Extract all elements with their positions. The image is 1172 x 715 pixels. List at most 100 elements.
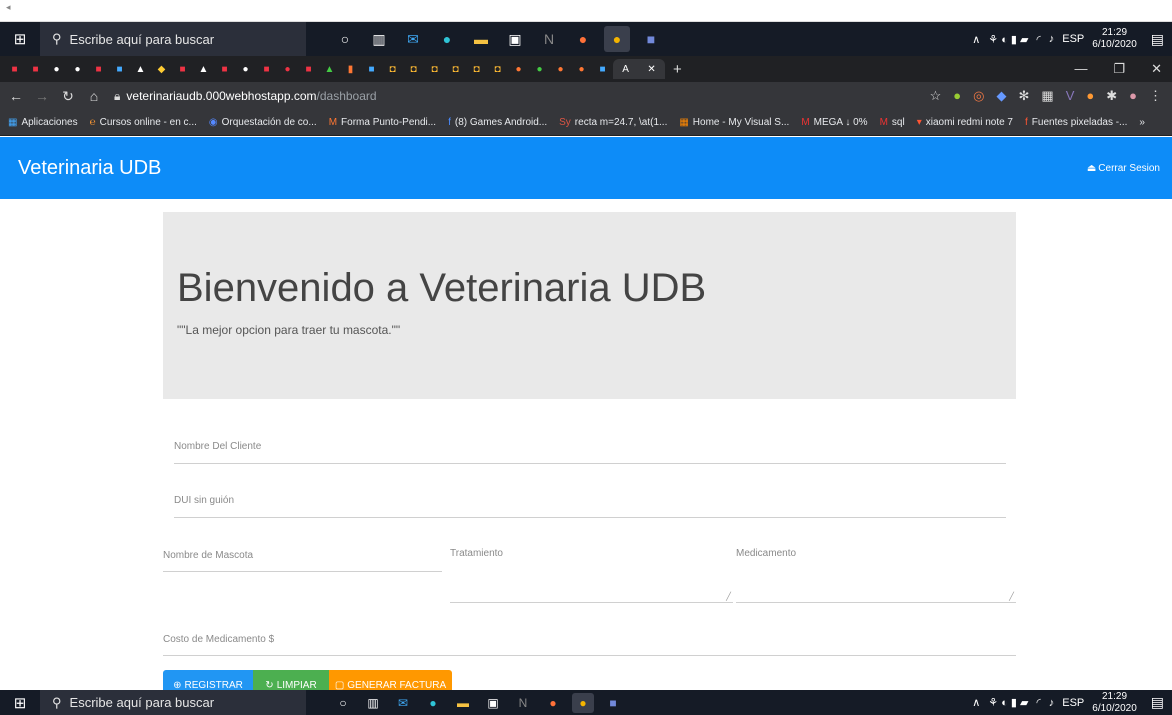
windows-start-icon[interactable]: ⊞: [0, 694, 40, 712]
url-input[interactable]: 🔒︎ veterinariaudb.000webhostapp.com/dash…: [114, 89, 894, 104]
browser-tab[interactable]: ◆: [151, 59, 172, 79]
taskbar-search[interactable]: ⚲ Escribe aquí para buscar: [40, 690, 306, 715]
tray-chevron-icon[interactable]: ∧: [972, 33, 980, 46]
tray-chevron-icon[interactable]: ∧: [972, 696, 980, 709]
medication-textarea[interactable]: ╱: [736, 576, 1016, 603]
browser-tab[interactable]: ■: [109, 59, 130, 79]
browser-tab[interactable]: ■: [256, 59, 277, 79]
browser-tab[interactable]: ●: [550, 59, 571, 79]
notion-icon[interactable]: N: [536, 26, 562, 52]
clock[interactable]: 21:29 6/10/2020: [1092, 27, 1137, 51]
chrome-icon[interactable]: ●: [604, 26, 630, 52]
home-icon[interactable]: ⌂: [84, 88, 104, 104]
forward-icon[interactable]: →: [32, 88, 52, 104]
firefox-icon[interactable]: ●: [542, 693, 564, 713]
browser-tab[interactable]: ▲: [130, 59, 151, 79]
bookmark-item[interactable]: Msql: [880, 117, 905, 128]
client-name-field[interactable]: Nombre Del Cliente: [174, 437, 1006, 464]
browser-tab[interactable]: ■: [25, 59, 46, 79]
wifi-icon[interactable]: ◜: [1036, 696, 1040, 709]
extension-icon[interactable]: ▦: [1041, 88, 1053, 104]
extension-icon[interactable]: V: [1066, 88, 1075, 104]
treatment-textarea[interactable]: ╱: [450, 576, 733, 603]
bookmark-item[interactable]: ▦ Aplicaciones: [8, 117, 78, 128]
store-icon[interactable]: ▣: [482, 693, 504, 713]
browser-tab[interactable]: ●: [571, 59, 592, 79]
volume-icon[interactable]: ♪: [1049, 697, 1055, 709]
clock[interactable]: 21:29 6/10/2020: [1092, 691, 1137, 715]
bookmark-item[interactable]: M Forma Punto-Pendi...: [329, 117, 436, 128]
back-icon[interactable]: ←: [6, 88, 26, 104]
browser-tab[interactable]: ■: [361, 59, 382, 79]
tray-apps-icon[interactable]: ⚘ ◐ ▮ ▰: [988, 33, 1028, 46]
task-view-icon[interactable]: ▥: [366, 26, 392, 52]
browser-tab[interactable]: ■: [172, 59, 193, 79]
logout-link[interactable]: ⏏ Cerrar Sesion: [1087, 163, 1160, 174]
browser-tab[interactable]: ■: [298, 59, 319, 79]
windows-start-icon[interactable]: ⊞: [0, 30, 40, 48]
browser-tab[interactable]: ◘: [466, 59, 487, 79]
wifi-icon[interactable]: ◜: [1036, 33, 1040, 46]
discord-icon[interactable]: ■: [602, 693, 624, 713]
profile-avatar-icon[interactable]: ●: [1129, 88, 1137, 104]
chrome-icon[interactable]: ●: [572, 692, 594, 713]
mail-icon[interactable]: ✉: [392, 693, 414, 713]
edge-icon[interactable]: ●: [422, 693, 444, 713]
bookmark-item[interactable]: f Fuentes pixeladas -...: [1025, 117, 1127, 128]
close-tab-icon[interactable]: ✕: [647, 64, 655, 75]
bookmarks-overflow-icon[interactable]: »: [1139, 117, 1145, 128]
browser-tab[interactable]: ◘: [424, 59, 445, 79]
browser-tab[interactable]: ■: [592, 59, 613, 79]
edge-icon[interactable]: ●: [434, 26, 460, 52]
browser-tab[interactable]: ■: [88, 59, 109, 79]
resize-grip-icon[interactable]: ╱: [1009, 592, 1014, 601]
bookmark-item[interactable]: f (8) Games Android...: [448, 117, 547, 128]
browser-tab[interactable]: ▲: [319, 59, 340, 79]
bookmark-star-icon[interactable]: ☆: [930, 88, 942, 104]
browser-tab[interactable]: ●: [529, 59, 550, 79]
browser-tab-active[interactable]: A ✕: [613, 59, 665, 79]
tray-apps-icon[interactable]: ⚘ ◐ ▮ ▰: [988, 696, 1028, 709]
extension-icon[interactable]: ●: [953, 88, 961, 104]
browser-tab[interactable]: ◘: [445, 59, 466, 79]
bookmark-item[interactable]: ▦ Home - My Visual S...: [679, 117, 789, 128]
new-tab-icon[interactable]: +: [673, 61, 682, 78]
close-window-icon[interactable]: ✕: [1151, 61, 1162, 77]
file-explorer-icon[interactable]: ▬: [468, 26, 494, 52]
extension-icon[interactable]: ◎: [973, 88, 984, 104]
browser-tab[interactable]: ▮: [340, 59, 361, 79]
firefox-icon[interactable]: ●: [570, 26, 596, 52]
extension-icon[interactable]: ●: [1086, 88, 1094, 104]
minimize-icon[interactable]: —: [1074, 61, 1087, 77]
bookmark-item[interactable]: ◉ Orquestación de co...: [209, 117, 317, 128]
browser-tab[interactable]: ◘: [403, 59, 424, 79]
reload-icon[interactable]: ↻: [58, 88, 78, 105]
volume-icon[interactable]: ♪: [1049, 33, 1055, 45]
bookmark-item[interactable]: Sy recta m=24.7, \at(1...: [559, 117, 667, 128]
browser-tab[interactable]: ●: [67, 59, 88, 79]
notion-icon[interactable]: N: [512, 693, 534, 713]
bookmark-item[interactable]: ▾ xiaomi redmi note 7: [917, 117, 1013, 128]
pet-name-field[interactable]: Nombre de Mascota: [163, 546, 442, 572]
browser-tab[interactable]: ◘: [487, 59, 508, 79]
browser-tab[interactable]: ●: [235, 59, 256, 79]
browser-tab[interactable]: ●: [46, 59, 67, 79]
resize-grip-icon[interactable]: ╱: [726, 592, 731, 601]
discord-icon[interactable]: ■: [638, 26, 664, 52]
maximize-icon[interactable]: ❐: [1113, 61, 1125, 77]
task-view-icon[interactable]: ▥: [362, 693, 384, 713]
notifications-icon[interactable]: ▤: [1151, 31, 1164, 48]
browser-tab[interactable]: ▲: [193, 59, 214, 79]
store-icon[interactable]: ▣: [502, 26, 528, 52]
bookmark-item[interactable]: ℮ Cursos online - en c...: [90, 117, 197, 128]
bookmark-item[interactable]: M MEGA ↓ 0%: [801, 117, 867, 128]
cortana-icon[interactable]: ○: [332, 693, 354, 713]
browser-tab[interactable]: ●: [277, 59, 298, 79]
tray-lang[interactable]: ESP: [1062, 33, 1084, 45]
cortana-icon[interactable]: ○: [332, 26, 358, 52]
taskbar-search[interactable]: ⚲ Escribe aquí para buscar: [40, 22, 306, 56]
browser-tab[interactable]: ■: [214, 59, 235, 79]
extensions-puzzle-icon[interactable]: ✱: [1106, 88, 1117, 104]
brand[interactable]: Veterinaria UDB: [18, 157, 161, 180]
dui-field[interactable]: DUI sin guión: [174, 491, 1006, 518]
